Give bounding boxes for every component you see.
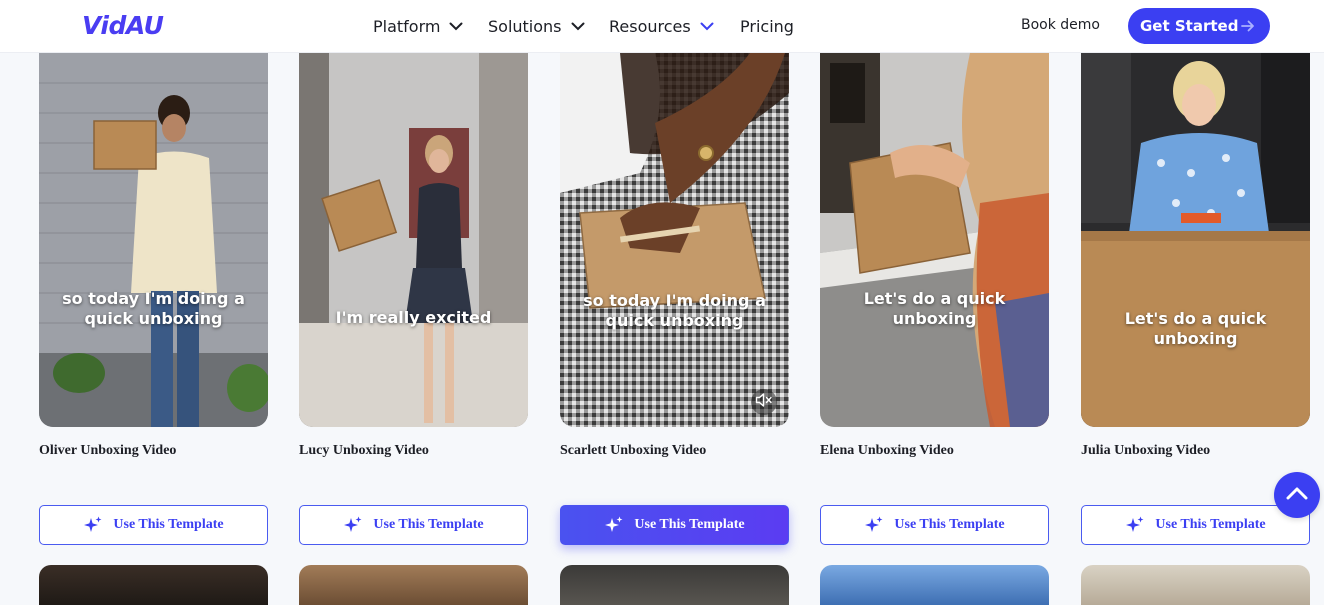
video-thumbnail[interactable] [299, 565, 528, 605]
use-template-label: Use This Template [894, 517, 1005, 532]
video-thumbnail-scarlett[interactable]: so today I'm doing a quick unboxing [560, 53, 789, 427]
chevron-down-icon [571, 22, 585, 31]
use-template-button[interactable]: Use This Template [560, 505, 789, 545]
get-started-button[interactable]: Get Started [1128, 8, 1270, 44]
card-title: Julia Unboxing Video [1081, 443, 1211, 458]
nav-platform[interactable]: Platform [373, 0, 463, 53]
scroll-to-top-button[interactable] [1274, 472, 1320, 518]
card-title: Elena Unboxing Video [820, 443, 954, 458]
arrow-right-icon [1240, 18, 1256, 38]
volume-mute-icon [755, 392, 773, 413]
use-template-button[interactable]: Use This Template [299, 505, 528, 545]
use-template-label: Use This Template [634, 517, 745, 532]
book-demo-link[interactable]: Book demo [1021, 17, 1100, 33]
sparkles-icon [1125, 515, 1145, 535]
video-caption: so today I'm doing a quick unboxing [583, 291, 766, 330]
video-thumbnail-julia[interactable]: Let's do a quick unboxing [1081, 53, 1310, 427]
use-template-button[interactable]: Use This Template [820, 505, 1049, 545]
use-template-label: Use This Template [373, 517, 484, 532]
sparkles-icon [604, 515, 624, 535]
video-thumbnail[interactable] [1081, 565, 1310, 605]
top-navigation: VidAU Platform Solutions Resources Prici… [0, 0, 1324, 53]
chevron-down-icon [700, 22, 714, 31]
video-frame-lucy [299, 53, 528, 427]
card-title: Oliver Unboxing Video [39, 443, 177, 458]
vidau-logo[interactable]: VidAU [82, 11, 164, 40]
nav-pricing[interactable]: Pricing [740, 0, 794, 53]
get-started-label: Get Started [1140, 17, 1239, 35]
chevron-up-icon [1286, 486, 1308, 505]
nav-solutions[interactable]: Solutions [488, 0, 585, 53]
use-template-label: Use This Template [1155, 517, 1266, 532]
nav-platform-label: Platform [373, 17, 441, 36]
video-frame-elena [820, 53, 1049, 427]
video-thumbnail-lucy[interactable]: I'm really excited [299, 53, 528, 427]
sparkles-icon [343, 515, 363, 535]
nav-pricing-label: Pricing [740, 17, 794, 36]
video-thumbnail[interactable] [820, 565, 1049, 605]
video-caption: so today I'm doing a quick unboxing [62, 289, 245, 328]
use-template-button[interactable]: Use This Template [1081, 505, 1310, 545]
nav-resources[interactable]: Resources [609, 0, 714, 53]
video-caption: Let's do a quick unboxing [863, 289, 1006, 328]
video-frame-scarlett [560, 53, 789, 427]
video-caption: I'm really excited [335, 308, 492, 327]
card-title: Scarlett Unboxing Video [560, 443, 707, 458]
video-thumbnail-elena[interactable]: Let's do a quick unboxing [820, 53, 1049, 427]
nav-solutions-label: Solutions [488, 17, 562, 36]
video-caption: Let's do a quick unboxing [1124, 309, 1267, 348]
card-title: Lucy Unboxing Video [299, 443, 429, 458]
mute-button[interactable] [751, 389, 777, 415]
sparkles-icon [83, 515, 103, 535]
use-template-label: Use This Template [113, 517, 224, 532]
use-template-button[interactable]: Use This Template [39, 505, 268, 545]
sparkles-icon [864, 515, 884, 535]
video-frame-julia [1081, 53, 1310, 427]
video-thumbnail[interactable] [39, 565, 268, 605]
video-thumbnail-oliver[interactable]: so today I'm doing a quick unboxing [39, 53, 268, 427]
video-thumbnail[interactable] [560, 565, 789, 605]
video-frame-oliver [39, 53, 268, 427]
nav-resources-label: Resources [609, 17, 691, 36]
chevron-down-icon [449, 22, 463, 31]
